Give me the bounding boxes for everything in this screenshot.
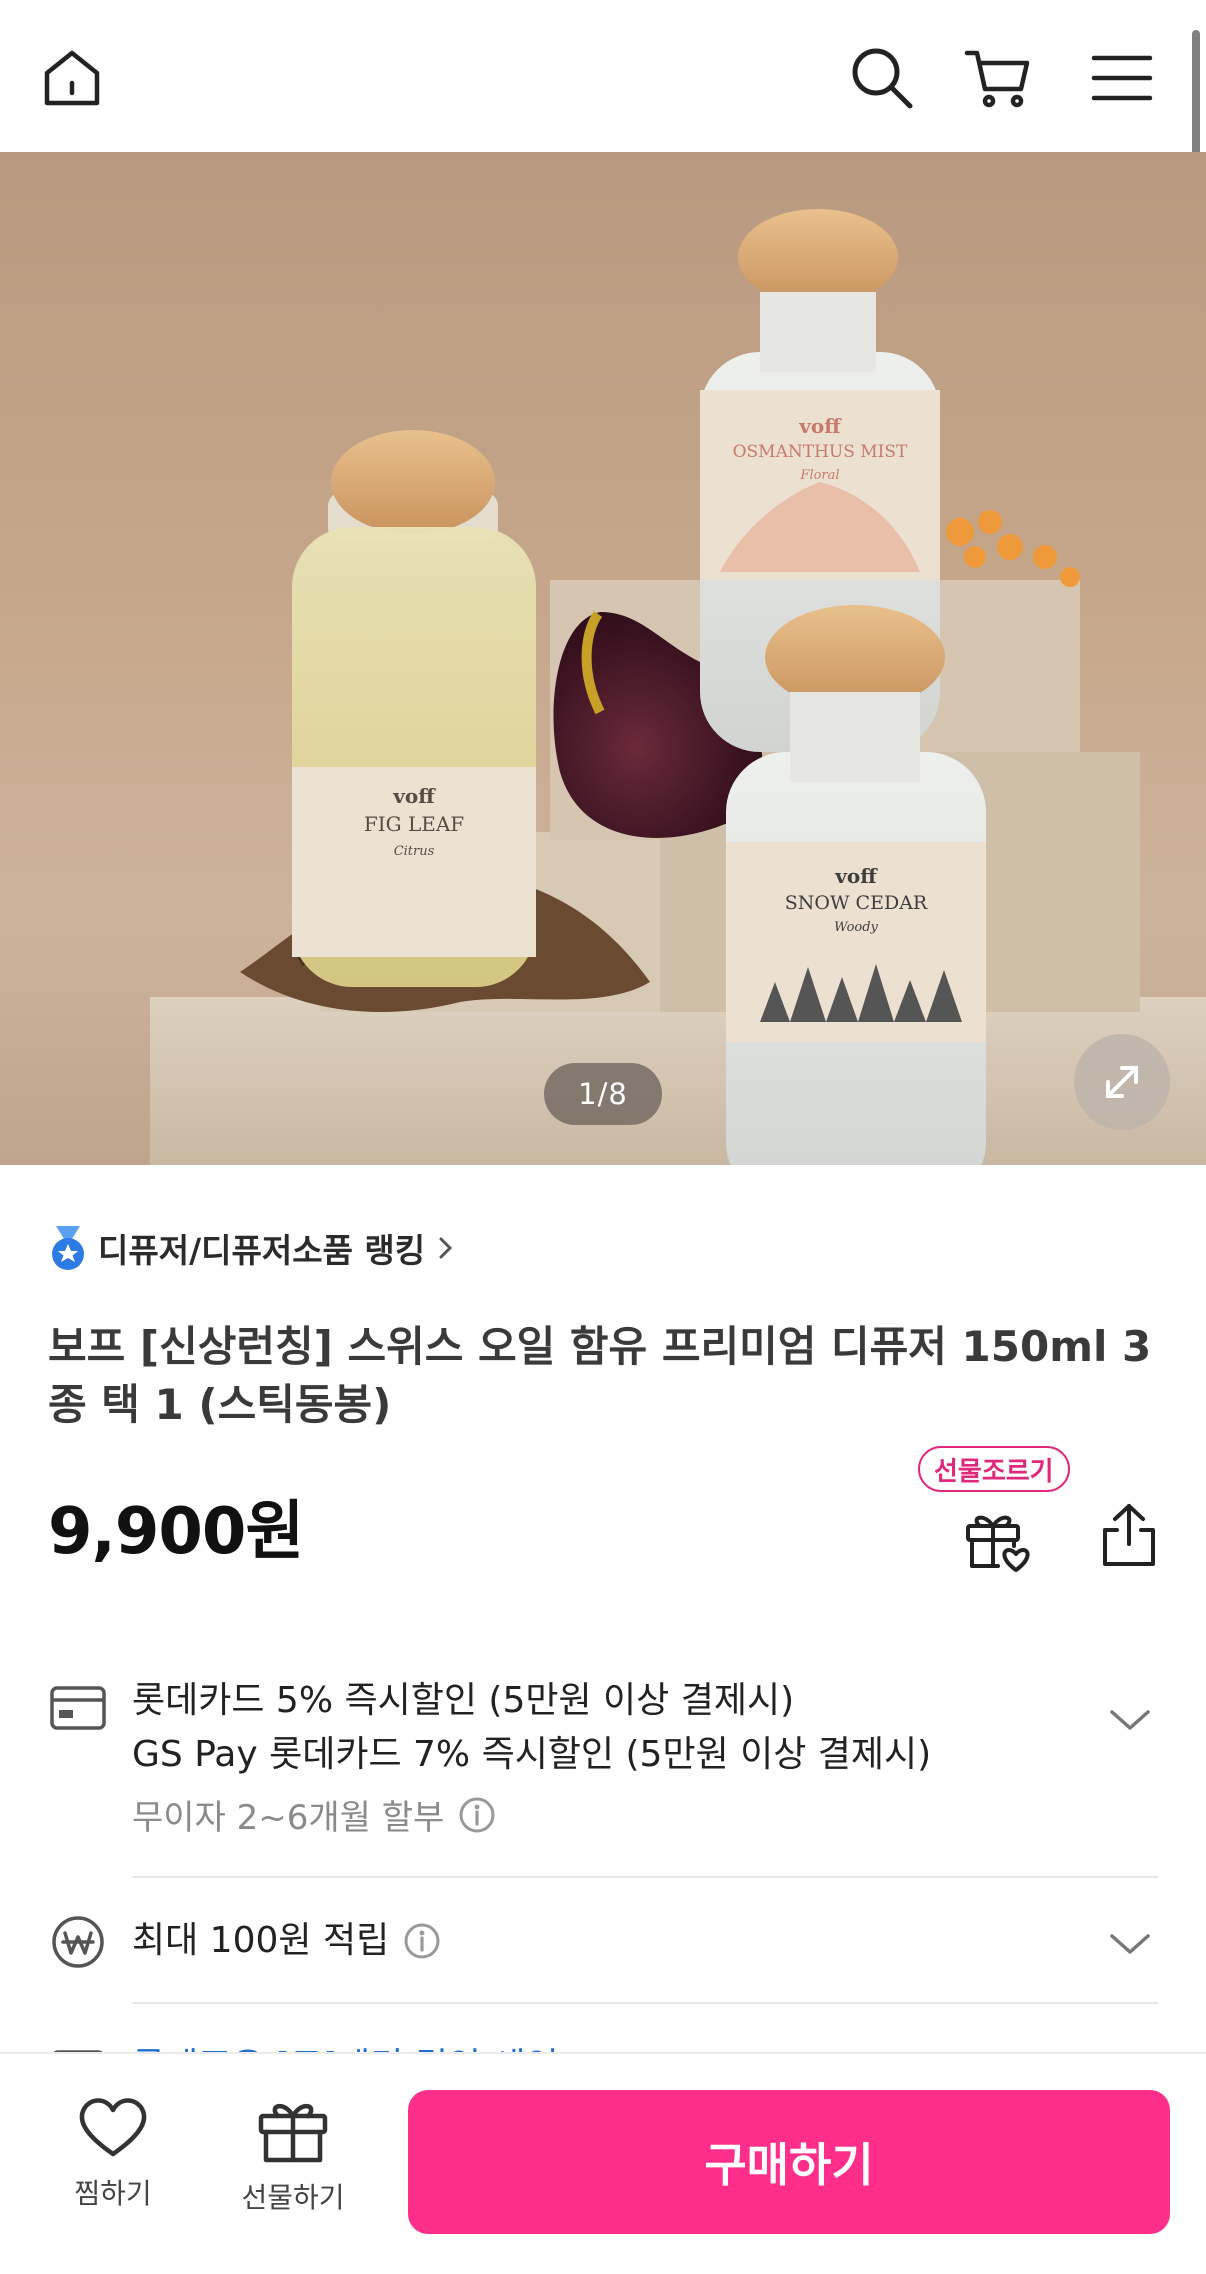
- home-icon[interactable]: [32, 38, 112, 118]
- search-icon[interactable]: [842, 38, 922, 118]
- info-icon[interactable]: [458, 1796, 496, 1834]
- bottom-action-bar: 찜하기 선물하기 구매하기: [0, 2052, 1206, 2274]
- points-label: 최대 100원 적립: [132, 1920, 390, 1961]
- bottle-label-osmanthus-mist: voff OSMANTHUS MIST Floral: [702, 414, 938, 483]
- wishlist-button[interactable]: 찜하기: [48, 2094, 178, 2212]
- share-icon: [1103, 1504, 1155, 1566]
- installment-info: 무이자 2~6개월 할부: [132, 1790, 496, 1839]
- points-text-group: 최대 100원 적립: [132, 1914, 441, 1968]
- bottle-name: OSMANTHUS MIST: [732, 442, 908, 462]
- gift-label: 선물하기: [241, 2181, 345, 2214]
- image-counter: 1/8: [544, 1063, 662, 1125]
- menu-icon[interactable]: [1082, 38, 1162, 118]
- expand-icon: [1106, 1066, 1138, 1098]
- card-discount-line-1: 롯데카드 5% 즉시할인 (5만원 이상 결제시): [132, 1680, 795, 1721]
- gift-heart-icon: [966, 1515, 1030, 1572]
- divider: [132, 2002, 1158, 2004]
- bottle-brand: voff: [799, 414, 841, 438]
- chevron-down-icon[interactable]: [1106, 1696, 1154, 1744]
- share-button[interactable]: [1088, 1494, 1170, 1576]
- wishlist-label: 찜하기: [74, 2177, 152, 2210]
- gift-request-badge[interactable]: 선물조르기: [918, 1446, 1070, 1492]
- product-image[interactable]: voff FIG LEAF Citrus voff OSMANTHUS MIST…: [0, 152, 1206, 1165]
- chevron-down-icon[interactable]: [1106, 1920, 1154, 1968]
- heart-icon: [79, 2098, 147, 2157]
- top-header: [0, 0, 1206, 152]
- card-discount-line-2: GS Pay 롯데카드 7% 즉시할인 (5만원 이상 결제시): [132, 1734, 932, 1775]
- buy-button[interactable]: 구매하기: [408, 2090, 1170, 2234]
- bottle-note: Citrus: [393, 844, 435, 859]
- divider: [132, 1876, 1158, 1878]
- gift-button[interactable]: 선물하기: [228, 2094, 358, 2216]
- bottle-brand: voff: [393, 784, 435, 808]
- product-photo: [150, 209, 1206, 1165]
- won-coin-icon: [48, 1912, 108, 1972]
- installment-label: 무이자 2~6개월 할부: [132, 1798, 445, 1838]
- bottle-note: Woody: [834, 920, 878, 935]
- ranking-label: 디퓨저/디퓨저소품 랭킹: [98, 1231, 426, 1270]
- bottle-name: FIG LEAF: [363, 812, 465, 836]
- bottle-label-snow-cedar: voff SNOW CEDAR Woody: [728, 864, 984, 935]
- chevron-right-icon: [439, 1237, 453, 1259]
- bottle-label-fig-leaf: voff FIG LEAF Citrus: [300, 784, 528, 859]
- bottle-name: SNOW CEDAR: [784, 892, 928, 914]
- bottle-brand: voff: [835, 864, 877, 888]
- info-icon[interactable]: [403, 1922, 441, 1960]
- medal-icon: [52, 1226, 84, 1270]
- expand-image-button[interactable]: [1074, 1034, 1170, 1130]
- ranking-link[interactable]: 디퓨저/디퓨저소품 랭킹: [48, 1220, 457, 1276]
- gift-icon: [258, 2104, 328, 2163]
- cart-icon[interactable]: [958, 38, 1038, 118]
- product-price: 9,900원: [48, 1495, 304, 1569]
- gift-request-button[interactable]: [956, 1498, 1038, 1580]
- bottle-note: Floral: [800, 468, 840, 483]
- product-title: 보프 [신상런칭] 스위스 오일 함유 프리미엄 디퓨저 150ml 3종 택 …: [48, 1322, 1152, 1429]
- credit-card-icon: [48, 1678, 108, 1738]
